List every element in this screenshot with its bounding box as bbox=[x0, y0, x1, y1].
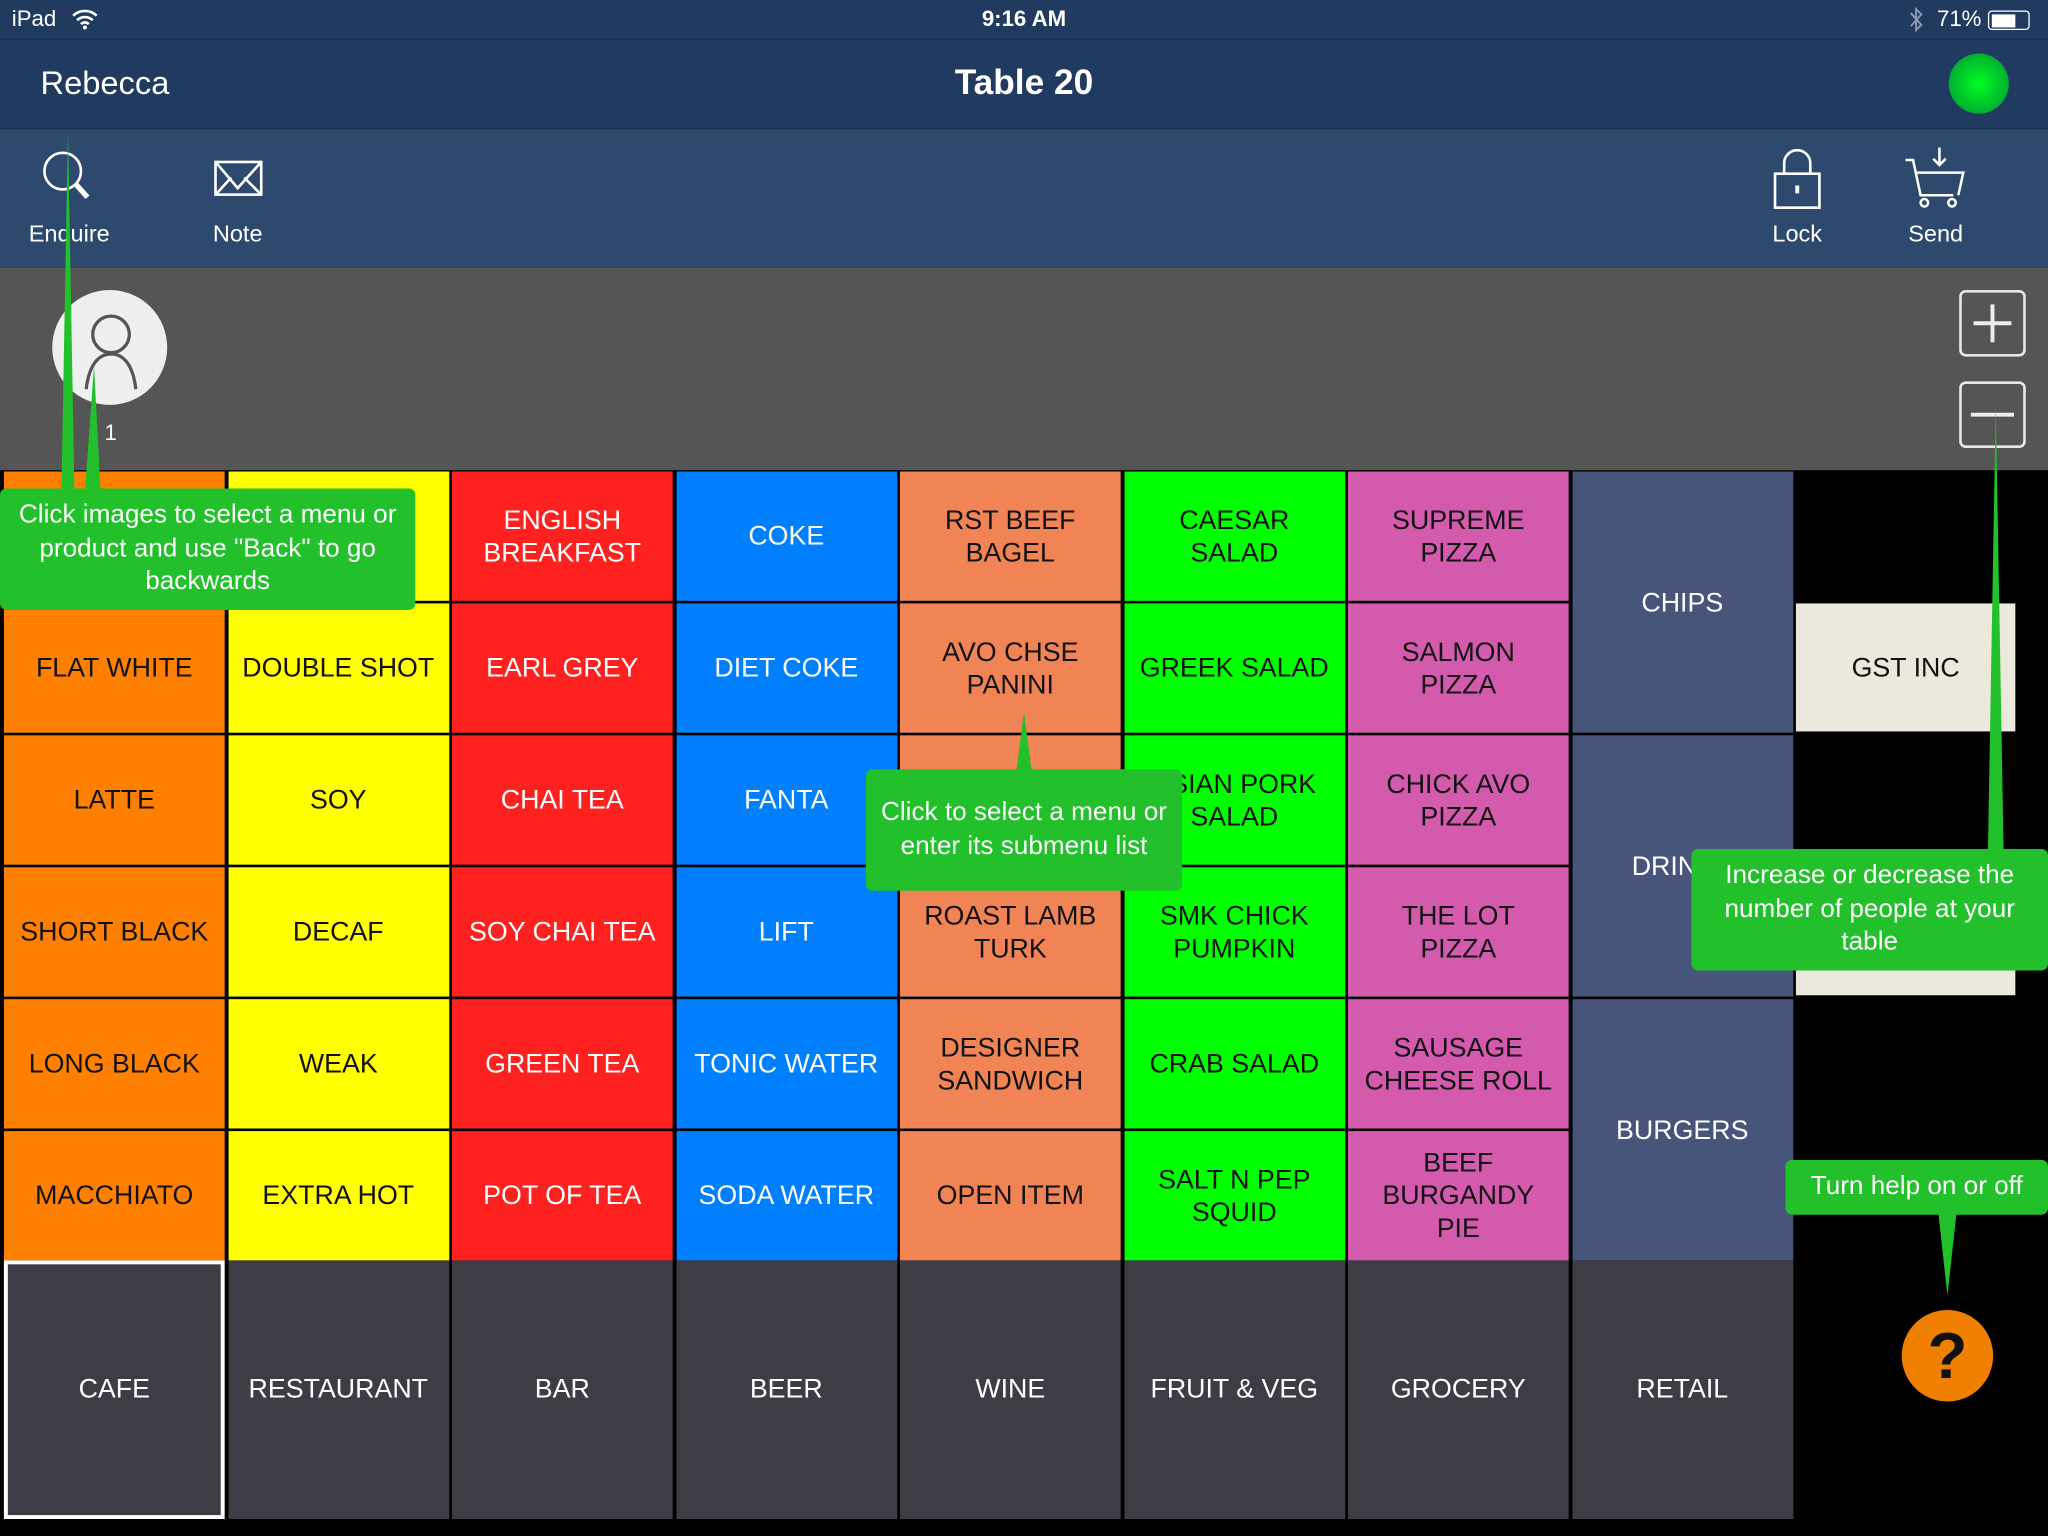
tooltip-help: Turn help on or off bbox=[1785, 1159, 2048, 1215]
tooltip-select-images: Click images to select a menu or product… bbox=[0, 488, 416, 610]
pos-screen: iPad 9:16 AM 71% Rebecca Table 20 Enquir… bbox=[0, 0, 2048, 1536]
tooltip-select-menu: Click to select a menu or enter its subm… bbox=[865, 769, 1183, 891]
tooltip-pointers bbox=[61, 130, 2004, 1296]
tooltip-people: Increase or decrease the number of peopl… bbox=[1691, 848, 2048, 971]
